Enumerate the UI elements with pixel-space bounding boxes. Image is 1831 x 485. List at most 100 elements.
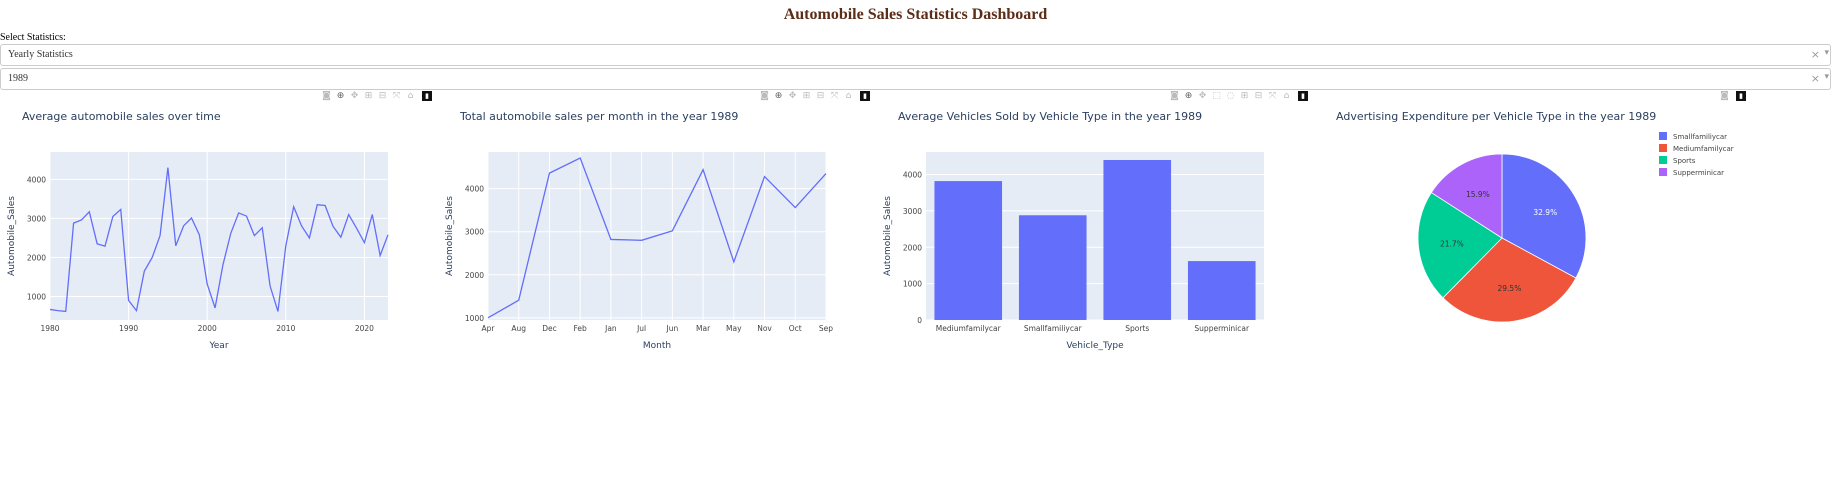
chevron-down-icon[interactable]: ▾ — [1824, 72, 1829, 82]
x-tick-label: Smallfamiliycar — [1024, 324, 1083, 333]
year-dropdown[interactable]: 1989 × ▾ — [0, 68, 1831, 90]
x-tick-label: Feb — [574, 324, 588, 333]
x-tick-label: 1980 — [40, 324, 59, 333]
zoom-out-icon[interactable]: ⊟ — [377, 90, 388, 102]
x-tick-label: Sep — [819, 324, 833, 333]
plotly-logo-icon[interactable]: ▮ — [422, 91, 432, 101]
bar — [1187, 261, 1256, 320]
camera-icon[interactable]: ◙ — [1169, 90, 1180, 102]
chart-panel-sales-over-time: ◙ ⊕ ✥ ⊞ ⊟ ⤧ ⌂ ▮ Average automobile sales… — [0, 90, 440, 370]
autoscale-icon[interactable]: ⤧ — [391, 90, 402, 102]
bar — [934, 181, 1003, 320]
x-tick-label: Supperminicar — [1194, 324, 1250, 333]
legend-label: Sports — [1673, 157, 1696, 165]
y-tick-label: 1000 — [903, 280, 922, 289]
zoom-out-icon[interactable]: ⊟ — [815, 90, 826, 102]
dashboard-title: Automobile Sales Statistics Dashboard — [783, 6, 1048, 23]
autoscale-icon[interactable]: ⤧ — [829, 90, 840, 102]
y-tick-label: 1000 — [465, 314, 484, 323]
plotly-logo-icon[interactable]: ▮ — [860, 91, 870, 101]
bar — [1103, 160, 1172, 320]
zoom-in-icon[interactable]: ⊞ — [1239, 90, 1250, 102]
y-tick-label: 3000 — [27, 214, 46, 223]
y-tick-label: 2000 — [903, 243, 922, 252]
modebar: ◙ ⊕ ✥ ⊞ ⊟ ⤧ ⌂ ▮ — [759, 90, 870, 102]
zoom-icon[interactable]: ⊕ — [335, 90, 346, 102]
y-tick-label: 2000 — [465, 271, 484, 280]
y-tick-label: 3000 — [903, 207, 922, 216]
clear-icon[interactable]: × — [1811, 72, 1820, 85]
y-tick-label: 2000 — [27, 253, 46, 262]
home-icon[interactable]: ⌂ — [405, 90, 416, 102]
autoscale-icon[interactable]: ⤧ — [1267, 90, 1278, 102]
line-chart-yearly: Average automobile sales over time Year Au… — [7, 110, 389, 351]
chart-title: Average Vehicles Sold by Vehicle Type in… — [898, 110, 1202, 123]
y-axis-label: Automobile_Sales — [445, 196, 455, 276]
x-tick-label: Mar — [696, 324, 711, 333]
legend-label: Supperminicar — [1673, 169, 1724, 177]
plotly-logo-icon[interactable]: ▮ — [1298, 91, 1308, 101]
line-chart-monthly: Total automobile sales per month in the … — [445, 110, 833, 351]
pan-icon[interactable]: ✥ — [1197, 90, 1208, 102]
x-tick-label: 2020 — [355, 324, 374, 333]
x-tick-label: 2010 — [276, 324, 295, 333]
pan-icon[interactable]: ✥ — [349, 90, 360, 102]
x-axis-label: Month — [643, 341, 671, 351]
chart-panel-advertising: ◙ ▮ Advertising Expenditure per Vehicle … — [1314, 90, 1754, 370]
pan-icon[interactable]: ✥ — [787, 90, 798, 102]
pie-slice-label: 29.5% — [1498, 284, 1522, 293]
bar-chart-vehicle-type: Average Vehicles Sold by Vehicle Type in… — [883, 110, 1264, 351]
home-icon[interactable]: ⌂ — [843, 90, 854, 102]
select-statistics-label: Select Statistics: — [0, 32, 66, 43]
bar — [1018, 215, 1087, 320]
x-axis-label: Year — [208, 341, 228, 351]
chart-title: Average automobile sales over time — [22, 110, 221, 123]
x-tick-label: Apr — [482, 324, 496, 333]
x-tick-label: Jan — [604, 324, 617, 333]
camera-icon[interactable]: ◙ — [759, 90, 770, 102]
x-tick-label: Jul — [636, 324, 646, 333]
x-tick-label: Jun — [666, 324, 679, 333]
plotly-logo-icon[interactable]: ▮ — [1736, 91, 1746, 101]
zoom-out-icon[interactable]: ⊟ — [1253, 90, 1264, 102]
camera-icon[interactable]: ◙ — [1719, 90, 1730, 102]
x-tick-label: Sports — [1125, 324, 1149, 333]
x-tick-label: Dec — [542, 324, 557, 333]
zoom-in-icon[interactable]: ⊞ — [363, 90, 374, 102]
chart-title: Advertising Expenditure per Vehicle Type… — [1336, 110, 1656, 123]
year-dropdown-value: 1989 — [8, 73, 28, 84]
x-tick-label: Nov — [757, 324, 772, 333]
modebar: ◙ ▮ — [1719, 90, 1746, 102]
chart-panel-monthly-sales: ◙ ⊕ ✥ ⊞ ⊟ ⤧ ⌂ ▮ Total automobile sales p… — [438, 90, 878, 370]
x-tick-label: Oct — [789, 324, 802, 333]
y-axis-label: Automobile_Sales — [883, 196, 893, 276]
legend-swatch — [1659, 132, 1667, 140]
pie-slice-label: 21.7% — [1440, 240, 1464, 249]
zoom-icon[interactable]: ⊕ — [1183, 90, 1194, 102]
y-tick-label: 3000 — [465, 228, 484, 237]
lasso-select-icon[interactable]: ◌ — [1225, 90, 1236, 102]
home-icon[interactable]: ⌂ — [1281, 90, 1292, 102]
zoom-icon[interactable]: ⊕ — [773, 90, 784, 102]
legend-swatch — [1659, 168, 1667, 176]
x-tick-label: May — [726, 324, 742, 333]
zoom-in-icon[interactable]: ⊞ — [801, 90, 812, 102]
y-axis-label: Automobile_Sales — [7, 196, 17, 276]
y-tick-label: 4000 — [27, 175, 46, 184]
x-tick-label: 1990 — [119, 324, 138, 333]
legend-swatch — [1659, 156, 1667, 164]
clear-icon[interactable]: × — [1811, 48, 1820, 61]
box-select-icon[interactable]: ⬚ — [1211, 90, 1222, 102]
modebar: ◙ ⊕ ✥ ⬚ ◌ ⊞ ⊟ ⤧ ⌂ ▮ — [1169, 90, 1308, 102]
legend-label: Smallfamiliycar — [1673, 133, 1727, 141]
x-tick-label: Aug — [511, 324, 526, 333]
x-tick-label: 2000 — [198, 324, 217, 333]
pie-slice-label: 15.9% — [1466, 190, 1490, 199]
chevron-down-icon[interactable]: ▾ — [1824, 48, 1829, 58]
statistics-dropdown[interactable]: Yearly Statistics × ▾ — [0, 44, 1831, 66]
camera-icon[interactable]: ◙ — [321, 90, 332, 102]
plot-area — [50, 152, 388, 320]
y-tick-label: 4000 — [465, 185, 484, 194]
legend-swatch — [1659, 144, 1667, 152]
statistics-dropdown-value: Yearly Statistics — [8, 49, 73, 60]
